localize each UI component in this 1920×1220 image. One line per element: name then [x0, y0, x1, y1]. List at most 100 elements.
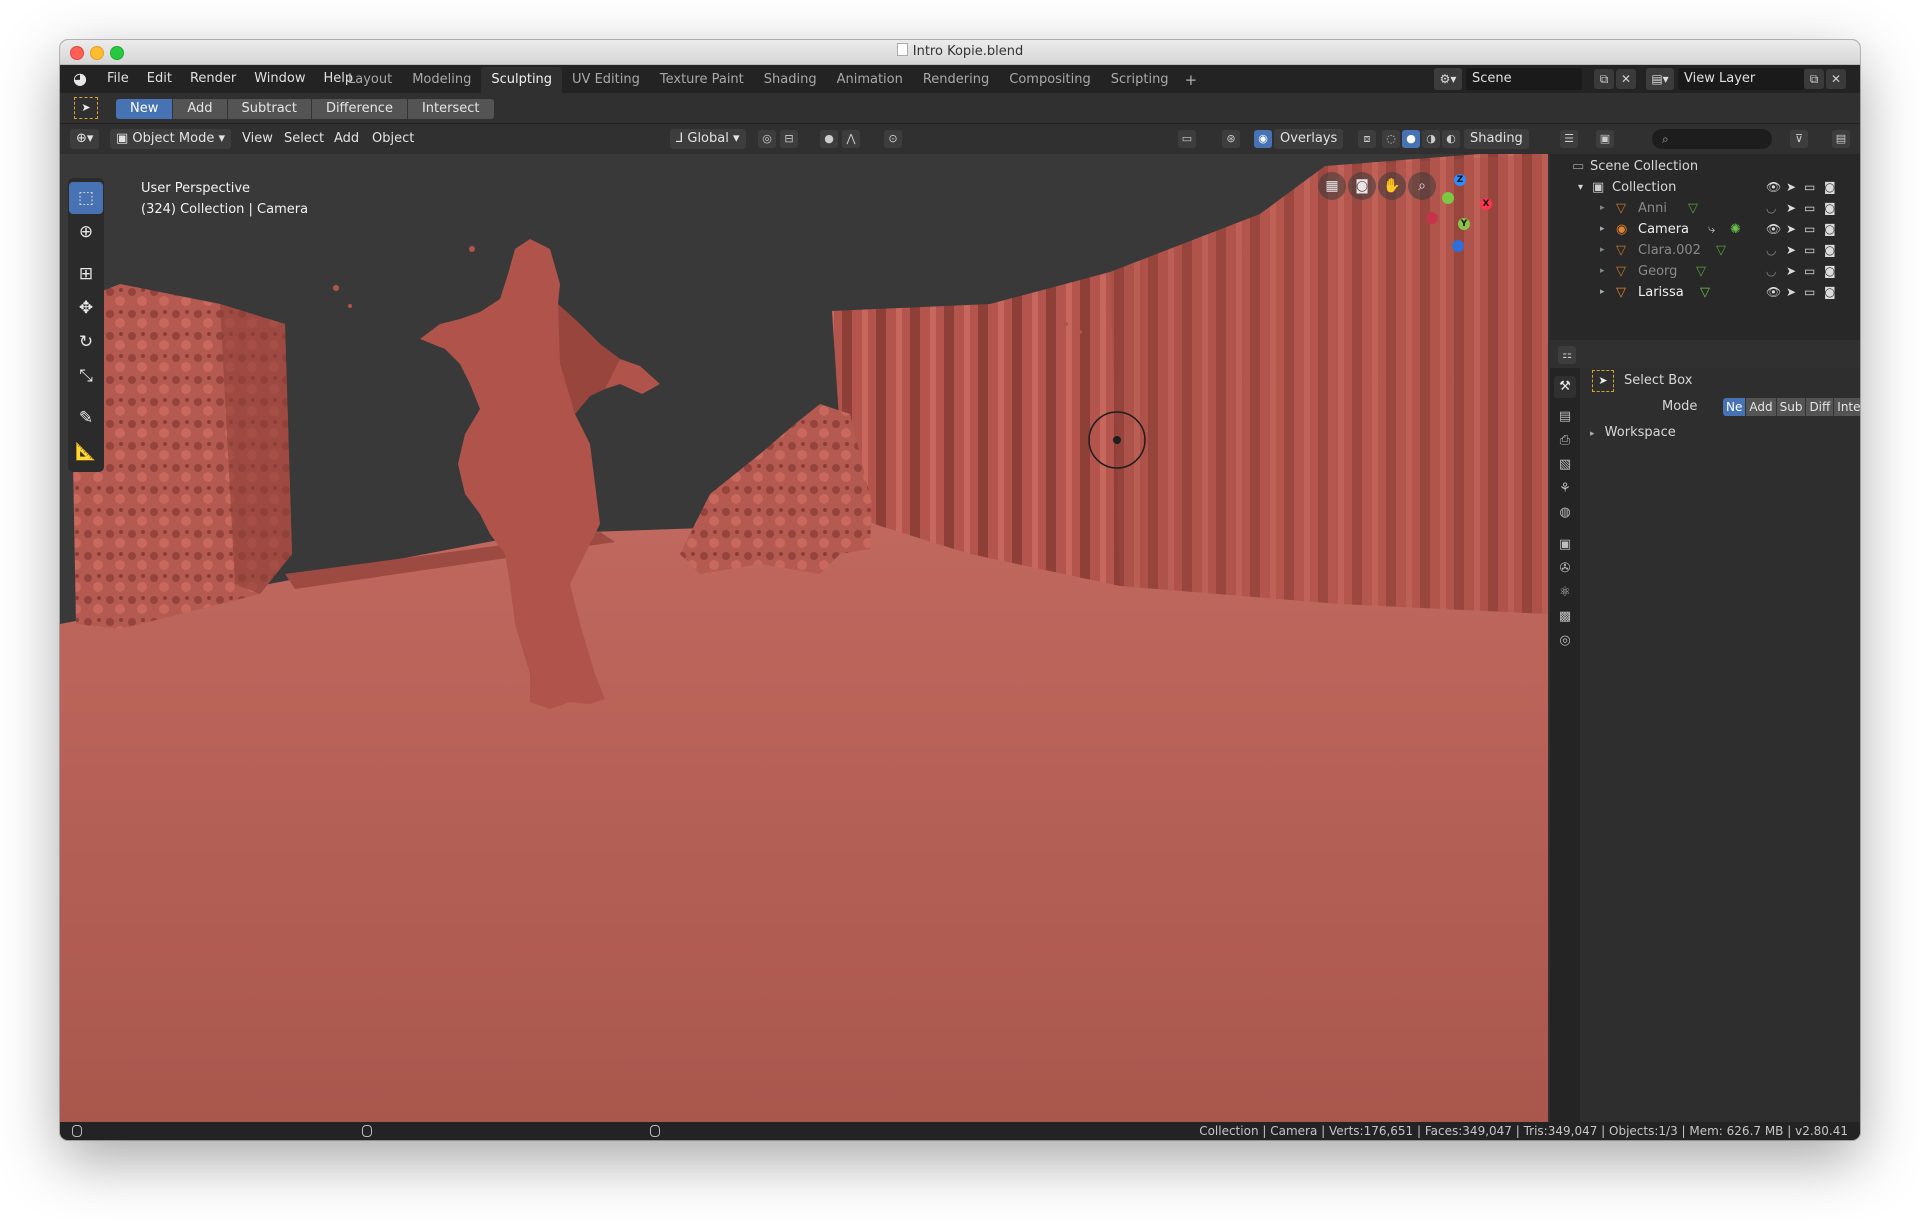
- close-window-button[interactable]: [70, 46, 84, 60]
- texture-tab-icon[interactable]: ▩: [1554, 606, 1576, 628]
- expand-arrow-icon[interactable]: ▸: [1600, 282, 1605, 303]
- tab-compositing[interactable]: Compositing: [999, 67, 1101, 93]
- view-object-types-icon[interactable]: ▭: [1178, 130, 1196, 148]
- constraint-tab-icon[interactable]: ◎: [1554, 630, 1576, 652]
- gizmo-toggle-icon[interactable]: ⊛: [1222, 130, 1240, 148]
- 3d-viewport[interactable]: User Perspective (324) Collection | Came…: [60, 154, 1548, 1122]
- menu-add[interactable]: Add: [334, 129, 359, 149]
- tab-layout[interactable]: Layout: [338, 67, 402, 93]
- prop-mode-add-button[interactable]: Add: [1746, 398, 1777, 416]
- selectable-arrow-icon[interactable]: ➤: [1786, 219, 1796, 240]
- outliner-item-camera[interactable]: ▸ ◉ Camera ⤷ ✺ 👁 ➤ ▭ ◙: [1550, 219, 1860, 240]
- collection-row[interactable]: ▾ ▣ Collection 👁 ➤ ▭ ◙: [1550, 177, 1860, 198]
- render-camera-icon[interactable]: ◙: [1824, 219, 1836, 240]
- overlays-toggle-icon[interactable]: ◉: [1254, 130, 1272, 148]
- render-camera-icon[interactable]: ◙: [1824, 198, 1836, 219]
- menu-select[interactable]: Select: [284, 129, 324, 149]
- new-collection-icon[interactable]: ▤: [1832, 130, 1850, 148]
- xray-icon[interactable]: ⧈: [1358, 130, 1376, 148]
- outliner-search-input[interactable]: ⌕: [1652, 129, 1772, 149]
- material-shading-icon[interactable]: ◑: [1422, 130, 1440, 148]
- transform-tool-button[interactable]: ⊞: [69, 258, 103, 290]
- selectable-arrow-icon[interactable]: ➤: [1786, 198, 1796, 219]
- shading-dropdown[interactable]: Shading: [1464, 129, 1529, 149]
- falloff-icon[interactable]: ⋀: [842, 130, 860, 148]
- menu-render[interactable]: Render: [181, 65, 245, 93]
- wireframe-shading-icon[interactable]: ◌: [1382, 130, 1400, 148]
- new-view-layer-icon[interactable]: ⧉: [1804, 69, 1824, 89]
- viewport-disable-icon[interactable]: ▭: [1804, 282, 1815, 303]
- outliner-item-georg[interactable]: ▸ ▽ Georg ▽ ◡ ➤ ▭ ◙: [1550, 261, 1860, 282]
- tab-modeling[interactable]: Modeling: [402, 67, 481, 93]
- link-icon[interactable]: ⊙: [884, 130, 902, 148]
- expand-arrow-icon[interactable]: ▾: [1578, 177, 1583, 198]
- render-camera-icon[interactable]: ◙: [1824, 240, 1836, 261]
- pan-view-icon[interactable]: ✋: [1378, 172, 1406, 200]
- delete-scene-icon[interactable]: ✕: [1616, 69, 1636, 89]
- prop-mode-intersect-button[interactable]: Inte: [1834, 398, 1860, 416]
- new-scene-icon[interactable]: ⧉: [1594, 69, 1614, 89]
- scene-name-field[interactable]: Scene: [1466, 68, 1582, 90]
- prop-mode-diff-button[interactable]: Diff: [1806, 398, 1835, 416]
- viewport-disable-icon[interactable]: ▭: [1804, 240, 1815, 261]
- y-axis-icon-neg[interactable]: [1442, 192, 1454, 204]
- outliner-item-anni[interactable]: ▸ ▽ Anni ▽ ◡ ➤ ▭ ◙: [1550, 198, 1860, 219]
- camera-view-icon[interactable]: ◙: [1348, 172, 1376, 200]
- hidden-eye-icon[interactable]: ◡: [1766, 261, 1776, 282]
- tab-animation[interactable]: Animation: [827, 67, 913, 93]
- view-layer-tab-icon[interactable]: ▧: [1554, 454, 1576, 476]
- visibility-eye-icon[interactable]: 👁: [1766, 219, 1781, 240]
- measure-tool-button[interactable]: 📐: [69, 436, 103, 468]
- expand-arrow-icon[interactable]: ▸: [1600, 261, 1605, 282]
- snap-icon[interactable]: ⊟: [780, 130, 798, 148]
- z-axis-icon-neg[interactable]: [1452, 240, 1464, 252]
- select-box-tool-button[interactable]: ⬚: [69, 182, 103, 214]
- y-axis-icon[interactable]: Y: [1458, 218, 1470, 230]
- solid-shading-icon[interactable]: ●: [1402, 130, 1420, 148]
- pivot-icon[interactable]: ◎: [758, 130, 776, 148]
- sculpt-scene[interactable]: [60, 154, 1548, 1122]
- selectable-arrow-icon[interactable]: ➤: [1786, 177, 1796, 198]
- scale-tool-button[interactable]: ⤡: [69, 360, 103, 392]
- add-workspace-icon[interactable]: +: [1179, 67, 1204, 93]
- tool-tab-icon[interactable]: ⚒: [1554, 376, 1576, 398]
- selectable-arrow-icon[interactable]: ➤: [1786, 282, 1796, 303]
- tab-sculpting[interactable]: Sculpting: [481, 67, 563, 93]
- transform-orientation-dropdown[interactable]: ⅃ Global ▾: [670, 129, 746, 149]
- x-axis-icon-neg[interactable]: [1426, 212, 1438, 224]
- rotate-tool-button[interactable]: ↻: [69, 326, 103, 358]
- workspace-panel-header[interactable]: ▸ Workspace: [1590, 424, 1676, 443]
- menu-window[interactable]: Window: [245, 65, 314, 93]
- prop-mode-sub-button[interactable]: Sub: [1776, 398, 1807, 416]
- selectable-arrow-icon[interactable]: ➤: [1786, 261, 1796, 282]
- z-axis-icon[interactable]: Z: [1454, 174, 1466, 186]
- blender-logo-icon[interactable]: ◕: [70, 69, 90, 89]
- mode-difference-button[interactable]: Difference: [311, 99, 408, 119]
- outliner-item-larissa[interactable]: ▸ ▽ Larissa ▽ 👁 ➤ ▭ ◙: [1550, 282, 1860, 303]
- render-tab-icon[interactable]: ▤: [1554, 406, 1576, 428]
- tab-rendering[interactable]: Rendering: [913, 67, 999, 93]
- mode-add-button[interactable]: Add: [173, 99, 228, 119]
- select-box-tool-icon[interactable]: ➤: [74, 97, 98, 119]
- move-tool-button[interactable]: ✥: [69, 292, 103, 324]
- expand-arrow-icon[interactable]: ▸: [1600, 198, 1605, 219]
- physics-tab-icon[interactable]: ⚛: [1554, 582, 1576, 604]
- annotate-tool-button[interactable]: ✎: [69, 402, 103, 434]
- properties-editor-icon[interactable]: ⚏: [1558, 346, 1576, 364]
- menu-file[interactable]: File: [98, 65, 138, 93]
- cursor-tool-button[interactable]: ⊕: [69, 216, 103, 248]
- scene-collection-row[interactable]: ▭ Scene Collection: [1550, 156, 1860, 177]
- view-layer-selector-icon[interactable]: ▤▾: [1646, 68, 1674, 90]
- object-tab-icon[interactable]: ▣: [1554, 534, 1576, 556]
- viewport-disable-icon[interactable]: ▭: [1804, 219, 1815, 240]
- menu-object[interactable]: Object: [372, 129, 414, 149]
- view-layer-field[interactable]: View Layer: [1678, 68, 1804, 90]
- zoom-view-icon[interactable]: ⌕: [1408, 172, 1436, 200]
- viewport-disable-icon[interactable]: ▭: [1804, 198, 1815, 219]
- expand-arrow-icon[interactable]: ▸: [1600, 240, 1605, 261]
- outliner-item-clara[interactable]: ▸ ▽ Clara.002 ▽ ◡ ➤ ▭ ◙: [1550, 240, 1860, 261]
- visibility-eye-icon[interactable]: 👁: [1766, 282, 1781, 303]
- mode-new-button[interactable]: New: [116, 99, 174, 119]
- render-camera-icon[interactable]: ◙: [1824, 282, 1836, 303]
- render-camera-icon[interactable]: ◙: [1824, 261, 1836, 282]
